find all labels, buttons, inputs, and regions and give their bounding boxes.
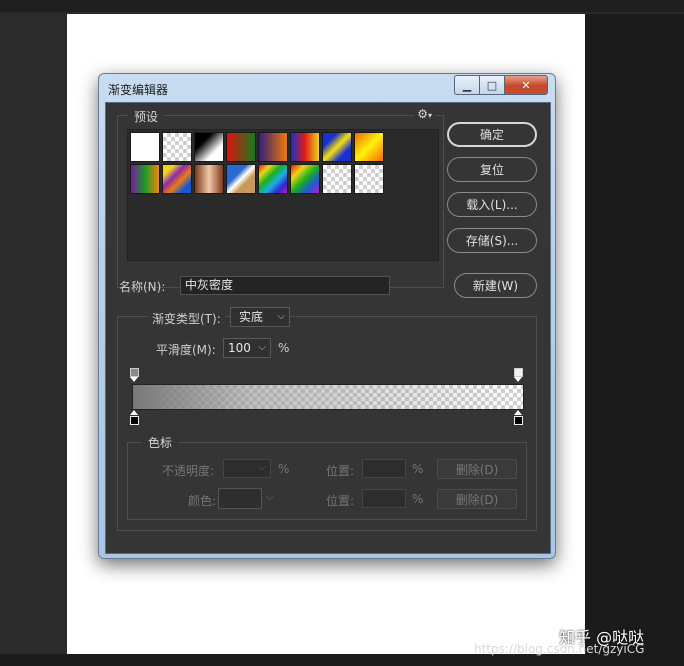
reset-button[interactable]: 复位 xyxy=(447,157,537,182)
chevron-down-icon: ⌵ xyxy=(266,492,274,503)
gradient-type-select[interactable]: 实底 ⌵ xyxy=(230,307,290,327)
preset-swatch-transparent-rainbow[interactable] xyxy=(290,164,320,194)
preset-swatch-foreground-to-background[interactable] xyxy=(130,132,160,162)
preset-swatch-violet-orange[interactable] xyxy=(258,132,288,162)
dialog-body: 预设 ⚙▾ 确定 复位 载入(L)... 存储(S)... 名称(N): 中灰密… xyxy=(105,102,551,554)
smoothness-input[interactable]: 100 ⌵ xyxy=(223,338,271,358)
opacity-stop-right[interactable] xyxy=(514,368,523,377)
opacity-stop-left[interactable] xyxy=(130,368,139,377)
opacity-stop-left-pointer xyxy=(130,377,138,382)
delete-opacity-stop-button[interactable]: 删除(D) xyxy=(437,459,517,479)
color-swatch-picker[interactable] xyxy=(218,488,262,509)
preset-swatch-orange-yellow-orange[interactable] xyxy=(354,132,384,162)
opacity-unit: % xyxy=(278,462,290,476)
chevron-down-icon: ⌵ xyxy=(277,311,285,322)
color-stop-right[interactable] xyxy=(514,416,523,425)
opacity-stop-right-pointer xyxy=(514,377,522,382)
preset-swatch-red-green[interactable] xyxy=(226,132,256,162)
color-stop-left-pointer xyxy=(130,410,138,415)
location-input-opacity[interactable] xyxy=(362,459,406,478)
gradient-name-input[interactable]: 中灰密度 xyxy=(180,276,390,295)
new-button[interactable]: 新建(W) xyxy=(454,273,537,298)
preset-swatch-black-white[interactable] xyxy=(194,132,224,162)
dialog-title: 渐变编辑器 xyxy=(108,83,169,97)
presets-label: 预设 xyxy=(128,108,165,125)
location-unit-color: % xyxy=(412,492,424,506)
preset-swatch-grid xyxy=(127,129,439,261)
title-bar[interactable]: 渐变编辑器 ▁ □ ✕ xyxy=(99,74,555,102)
color-label: 颜色: xyxy=(188,494,217,508)
app-top-strip xyxy=(0,0,684,12)
color-stops-legend: 色标 xyxy=(142,434,179,451)
name-label: 名称(N): xyxy=(119,280,166,294)
preset-swatch-blue-yellow-blue[interactable] xyxy=(322,132,352,162)
location-label-color: 位置: xyxy=(326,494,355,508)
location-unit-opacity: % xyxy=(412,462,424,476)
preset-swatch-blue-red-yellow[interactable] xyxy=(290,132,320,162)
window-controls: ▁ □ ✕ xyxy=(454,75,548,95)
gradient-editor-dialog: 渐变编辑器 ▁ □ ✕ 预设 ⚙▾ 确定 复位 载入(L)... 存储(S)..… xyxy=(98,73,556,559)
workspace-background xyxy=(585,14,684,666)
preset-swatch-violet-green-orange[interactable] xyxy=(130,164,160,194)
gradient-type-label: 渐变类型(T): xyxy=(148,310,225,327)
smoothness-label: 平滑度(M): xyxy=(156,343,216,357)
minimize-button[interactable]: ▁ xyxy=(454,75,480,95)
color-stop-right-pointer xyxy=(514,410,522,415)
color-stop-left[interactable] xyxy=(130,416,139,425)
preset-swatch-transparent-stripes[interactable] xyxy=(322,164,352,194)
gradient-type-value: 实底 xyxy=(239,310,264,324)
location-input-color[interactable] xyxy=(362,489,406,508)
smoothness-value: 100 xyxy=(228,341,251,355)
opacity-label: 不透明度: xyxy=(162,464,215,478)
smoothness-unit: % xyxy=(278,341,290,355)
chevron-down-icon: ⌵ xyxy=(258,462,266,473)
preset-swatch-yellow-violet-orange-blue[interactable] xyxy=(162,164,192,194)
preset-swatch-chrome[interactable] xyxy=(226,164,256,194)
opacity-input[interactable]: ⌵ xyxy=(223,459,271,478)
gradient-preview-bar[interactable] xyxy=(132,384,524,410)
chevron-down-icon: ⌵ xyxy=(258,342,266,353)
preset-swatch-spectrum[interactable] xyxy=(258,164,288,194)
preset-swatch-foreground-to-transparent[interactable] xyxy=(162,132,192,162)
delete-color-stop-button[interactable]: 删除(D) xyxy=(437,489,517,509)
ok-button[interactable]: 确定 xyxy=(447,122,537,147)
preset-swatch-copper[interactable] xyxy=(194,164,224,194)
watermark-url: https://blog.csdn.net/gzyiCG xyxy=(474,642,645,656)
location-label-opacity: 位置: xyxy=(326,464,355,478)
save-button[interactable]: 存储(S)... xyxy=(447,228,537,253)
load-button[interactable]: 载入(L)... xyxy=(447,192,537,217)
maximize-button[interactable]: □ xyxy=(479,75,505,95)
close-button[interactable]: ✕ xyxy=(504,75,548,95)
gear-icon[interactable]: ⚙▾ xyxy=(414,107,435,121)
preset-swatch-neutral-density[interactable] xyxy=(354,164,384,194)
